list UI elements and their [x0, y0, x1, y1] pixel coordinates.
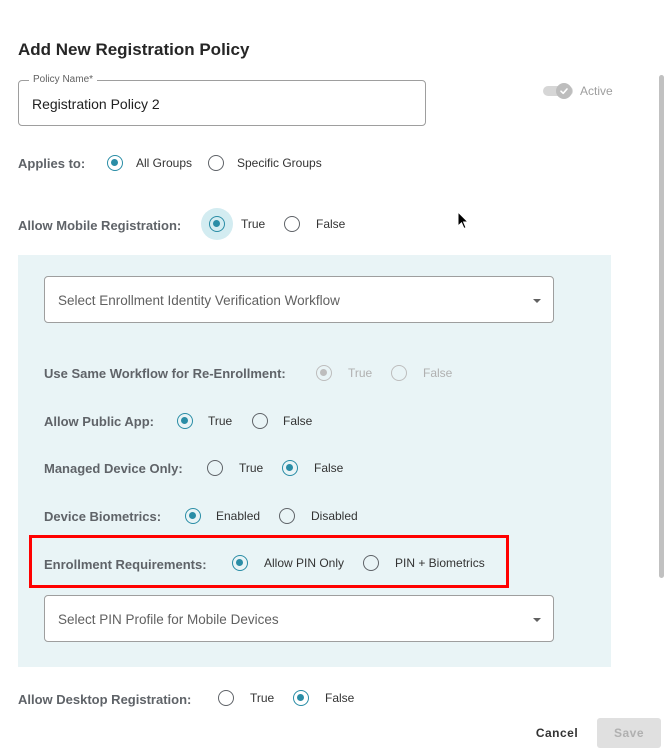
chevron-down-icon	[533, 299, 541, 303]
same-workflow-true-label: True	[348, 366, 373, 380]
mobile-registration-false-radio[interactable]	[284, 216, 300, 232]
enrollment-requirements-label: Enrollment Requirements:	[44, 557, 207, 572]
managed-device-false-radio[interactable]	[282, 460, 298, 476]
enrollment-workflow-placeholder: Select Enrollment Identity Verification …	[58, 293, 340, 308]
registration-policy-dialog: Add New Registration Policy Policy Name*…	[0, 0, 666, 756]
applies-to-all-groups-label: All Groups	[136, 156, 193, 170]
scrollbar-thumb[interactable]	[659, 75, 664, 578]
toggle-thumb	[556, 83, 572, 99]
device-biometrics-label: Device Biometrics:	[44, 509, 162, 524]
managed-device-true-label: True	[239, 461, 264, 475]
desktop-registration-false-radio[interactable]	[293, 690, 309, 706]
policy-name-field[interactable]: Policy Name* Registration Policy 2	[18, 74, 426, 126]
save-button[interactable]: Save	[597, 718, 661, 748]
mobile-registration-true-label: True	[241, 217, 266, 231]
biometrics-enabled-label: Enabled	[216, 509, 261, 523]
public-app-true-label: True	[208, 414, 233, 428]
same-workflow-label: Use Same Workflow for Re-Enrollment:	[44, 366, 286, 381]
allow-desktop-registration-label: Allow Desktop Registration:	[18, 692, 192, 707]
chevron-down-icon	[533, 618, 541, 622]
managed-device-only-label: Managed Device Only:	[44, 461, 183, 476]
allow-pin-only-label: Allow PIN Only	[264, 556, 345, 570]
managed-device-true-radio[interactable]	[207, 460, 223, 476]
public-app-true-radio[interactable]	[177, 413, 193, 429]
applies-to-all-groups-radio[interactable]	[107, 155, 123, 171]
dialog-title: Add New Registration Policy	[18, 40, 250, 59]
policy-name-label: Policy Name*	[29, 74, 98, 85]
desktop-registration-true-label: True	[250, 691, 275, 705]
pin-profile-placeholder: Select PIN Profile for Mobile Devices	[58, 612, 279, 627]
public-app-false-radio[interactable]	[252, 413, 268, 429]
same-workflow-false-radio[interactable]	[391, 365, 407, 381]
allow-pin-only-radio[interactable]	[232, 555, 248, 571]
mobile-registration-true-radio[interactable]	[209, 216, 225, 232]
same-workflow-true-radio[interactable]	[316, 365, 332, 381]
allow-public-app-label: Allow Public App:	[44, 414, 155, 429]
biometrics-disabled-radio[interactable]	[279, 508, 295, 524]
check-icon	[560, 88, 568, 95]
applies-to-specific-groups-label: Specific Groups	[237, 156, 322, 170]
mobile-registration-false-label: False	[316, 217, 346, 231]
mouse-pointer-icon	[457, 211, 470, 230]
desktop-registration-true-radio[interactable]	[218, 690, 234, 706]
active-label: Active	[580, 84, 613, 98]
applies-to-label: Applies to:	[18, 156, 86, 171]
enrollment-workflow-select[interactable]: Select Enrollment Identity Verification …	[44, 276, 554, 323]
policy-name-value[interactable]: Registration Policy 2	[32, 96, 160, 112]
active-toggle[interactable]	[543, 83, 573, 99]
pin-biometrics-radio[interactable]	[363, 555, 379, 571]
applies-to-specific-groups-radio[interactable]	[208, 155, 224, 171]
biometrics-enabled-radio[interactable]	[185, 508, 201, 524]
managed-device-false-label: False	[314, 461, 344, 475]
public-app-false-label: False	[283, 414, 313, 428]
allow-mobile-registration-label: Allow Mobile Registration:	[18, 218, 182, 233]
cancel-button[interactable]: Cancel	[528, 718, 586, 748]
same-workflow-false-label: False	[423, 366, 453, 380]
pin-profile-select[interactable]: Select PIN Profile for Mobile Devices	[44, 595, 554, 642]
pin-biometrics-label: PIN + Biometrics	[395, 556, 485, 570]
desktop-registration-false-label: False	[325, 691, 355, 705]
biometrics-disabled-label: Disabled	[311, 509, 358, 523]
